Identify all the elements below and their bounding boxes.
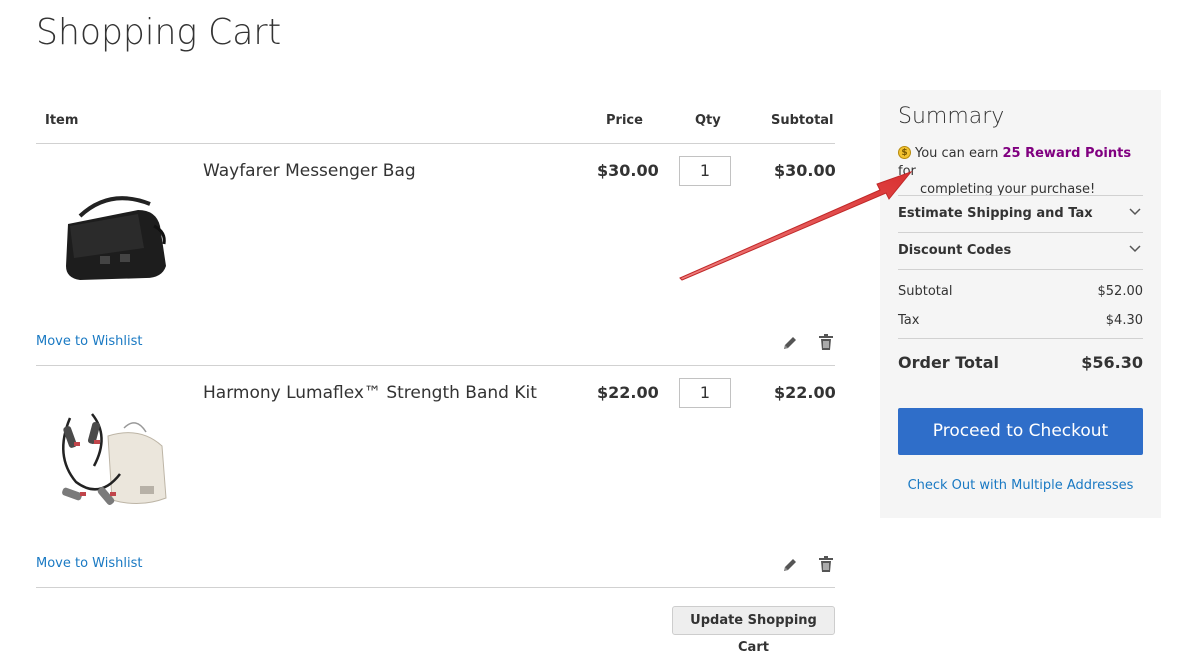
order-total-row: Order Total $56.30 bbox=[898, 338, 1143, 391]
tax-row: Tax $4.30 bbox=[898, 299, 1143, 328]
subtotal-value: $52.00 bbox=[1097, 284, 1144, 299]
shopping-cart-page: Shopping Cart Item Price Qty Subtotal Wa… bbox=[0, 0, 1179, 655]
quantity-input[interactable]: 1 bbox=[679, 378, 731, 408]
order-summary: Summary You can earn 25 Reward Points fo… bbox=[880, 90, 1161, 518]
multiple-addresses-link[interactable]: Check Out with Multiple Addresses bbox=[898, 478, 1143, 493]
estimate-shipping-toggle[interactable]: Estimate Shipping and Tax bbox=[898, 195, 1143, 232]
strength-band-kit-image[interactable] bbox=[50, 396, 170, 516]
estimate-shipping-label: Estimate Shipping and Tax bbox=[898, 206, 1093, 221]
reward-points-message: You can earn 25 Reward Points for comple… bbox=[898, 144, 1148, 199]
trash-icon[interactable] bbox=[818, 555, 834, 573]
move-to-wishlist-link[interactable]: Move to Wishlist bbox=[36, 556, 142, 571]
chevron-down-icon bbox=[1129, 245, 1141, 253]
item-subtotal: $30.00 bbox=[774, 161, 836, 180]
tax-value: $4.30 bbox=[1105, 313, 1143, 328]
column-header-subtotal: Subtotal bbox=[771, 113, 834, 128]
update-shopping-cart-button[interactable]: Update Shopping Cart bbox=[672, 606, 835, 655]
order-total-value: $56.30 bbox=[1081, 353, 1143, 372]
column-header-price: Price bbox=[606, 113, 643, 128]
item-price: $30.00 bbox=[597, 161, 659, 180]
cart-table: Item Price Qty Subtotal Wayfarer Messeng… bbox=[36, 100, 836, 655]
tax-label: Tax bbox=[898, 313, 920, 328]
totals-table: Subtotal $52.00 Tax $4.30 Order Total $5… bbox=[898, 269, 1143, 391]
product-name[interactable]: Harmony Lumaflex™ Strength Band Kit bbox=[203, 383, 537, 403]
cart-item-row: Harmony Lumaflex™ Strength Band Kit $22.… bbox=[36, 366, 836, 588]
quantity-input[interactable]: 1 bbox=[679, 156, 731, 186]
move-to-wishlist-link[interactable]: Move to Wishlist bbox=[36, 334, 142, 349]
coin-icon bbox=[898, 144, 911, 162]
discount-codes-label: Discount Codes bbox=[898, 243, 1012, 258]
subtotal-label: Subtotal bbox=[898, 284, 953, 299]
messenger-bag-image[interactable] bbox=[50, 174, 170, 294]
order-total-label: Order Total bbox=[898, 353, 999, 372]
subtotal-row: Subtotal $52.00 bbox=[898, 270, 1143, 299]
trash-icon[interactable] bbox=[818, 333, 834, 351]
pencil-icon[interactable] bbox=[781, 334, 799, 352]
reward-points-amount: 25 Reward Points bbox=[1002, 146, 1132, 161]
item-subtotal: $22.00 bbox=[774, 383, 836, 402]
item-price: $22.00 bbox=[597, 383, 659, 402]
proceed-to-checkout-button[interactable]: Proceed to Checkout bbox=[898, 408, 1143, 455]
reward-prefix: You can earn bbox=[915, 146, 1003, 161]
column-header-qty: Qty bbox=[695, 113, 721, 128]
discount-codes-toggle[interactable]: Discount Codes bbox=[898, 232, 1143, 269]
summary-title: Summary bbox=[898, 104, 1005, 129]
cart-table-header: Item Price Qty Subtotal bbox=[36, 100, 835, 144]
product-name[interactable]: Wayfarer Messenger Bag bbox=[203, 161, 416, 181]
reward-suffix: for bbox=[898, 164, 916, 179]
cart-item-row: Wayfarer Messenger Bag $30.00 1 $30.00 M… bbox=[36, 144, 836, 366]
column-header-item: Item bbox=[45, 113, 79, 128]
page-title: Shopping Cart bbox=[36, 12, 282, 53]
chevron-down-icon bbox=[1129, 208, 1141, 216]
pencil-icon[interactable] bbox=[781, 556, 799, 574]
